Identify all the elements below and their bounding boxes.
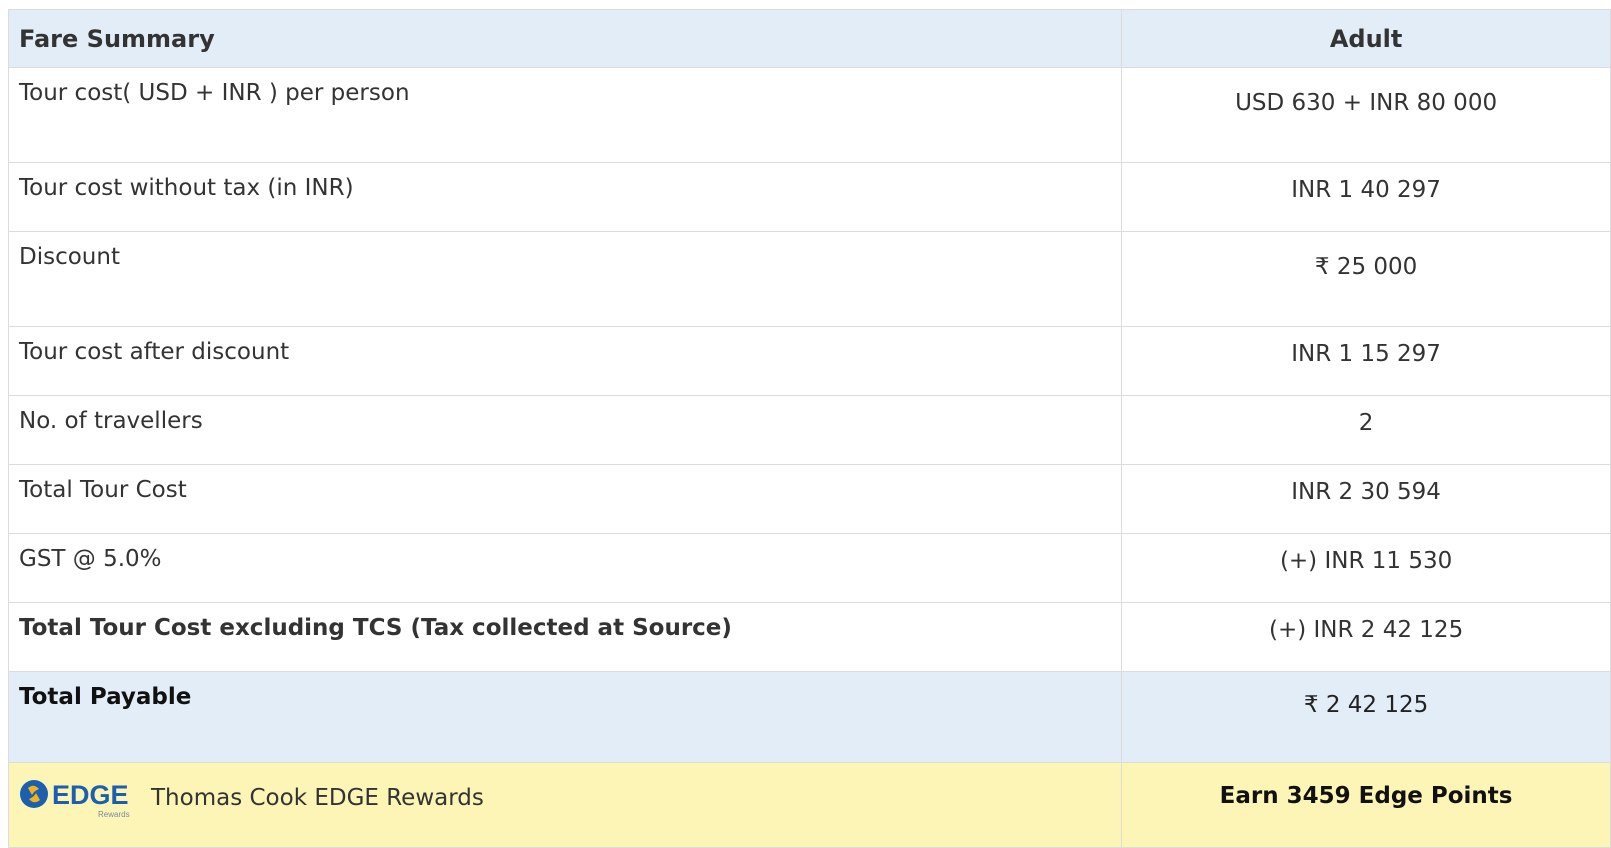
fare-summary-title: Fare Summary bbox=[7, 9, 1123, 68]
edge-rewards-cell: EDGE Rewards Thomas Cook EDGE Rewards bbox=[7, 762, 1123, 848]
table-row: No. of travellers 2 bbox=[7, 395, 1611, 465]
row-label-discount: Discount bbox=[7, 231, 1123, 327]
total-payable-label: Total Payable bbox=[7, 671, 1123, 763]
row-value-tour-cost-without-tax: INR 1 40 297 bbox=[1121, 162, 1611, 232]
row-value-tour-cost-after-discount: INR 1 15 297 bbox=[1121, 326, 1611, 396]
row-value-discount: ₹ 25 000 bbox=[1121, 231, 1611, 327]
row-label-tour-cost-per-person: Tour cost( USD + INR ) per person bbox=[7, 67, 1123, 163]
edge-rewards-row: EDGE Rewards Thomas Cook EDGE Rewards Ea… bbox=[7, 762, 1611, 848]
edge-rewards-logo: EDGE Rewards bbox=[19, 779, 137, 819]
row-value-total-excluding-tcs: (+) INR 2 42 125 bbox=[1121, 602, 1611, 672]
edge-logo-subtext: Rewards bbox=[98, 810, 130, 819]
table-row: Tour cost without tax (in INR) INR 1 40 … bbox=[7, 162, 1611, 232]
table-row: Tour cost after discount INR 1 15 297 bbox=[7, 326, 1611, 396]
fare-summary-header-row: Fare Summary Adult bbox=[7, 9, 1611, 68]
row-label-gst: GST @ 5.0% bbox=[7, 533, 1123, 603]
total-payable-value: ₹ 2 42 125 bbox=[1121, 671, 1611, 763]
table-row: GST @ 5.0% (+) INR 11 530 bbox=[7, 533, 1611, 603]
total-payable-row: Total Payable ₹ 2 42 125 bbox=[7, 671, 1611, 763]
table-row: Discount ₹ 25 000 bbox=[7, 231, 1611, 327]
table-row: Total Tour Cost INR 2 30 594 bbox=[7, 464, 1611, 534]
row-label-tour-cost-without-tax: Tour cost without tax (in INR) bbox=[7, 162, 1123, 232]
row-label-total-tour-cost: Total Tour Cost bbox=[7, 464, 1123, 534]
edge-points-value: Earn 3459 Edge Points bbox=[1121, 762, 1611, 848]
table-row: Tour cost( USD + INR ) per person USD 63… bbox=[7, 67, 1611, 163]
row-value-travellers: 2 bbox=[1121, 395, 1611, 465]
table-row: Total Tour Cost excluding TCS (Tax colle… bbox=[7, 602, 1611, 672]
row-value-total-tour-cost: INR 2 30 594 bbox=[1121, 464, 1611, 534]
edge-rewards-label: Thomas Cook EDGE Rewards bbox=[151, 785, 484, 811]
row-value-gst: (+) INR 11 530 bbox=[1121, 533, 1611, 603]
row-label-travellers: No. of travellers bbox=[7, 395, 1123, 465]
row-label-total-excluding-tcs: Total Tour Cost excluding TCS (Tax colle… bbox=[7, 602, 1123, 672]
fare-summary-table: Fare Summary Adult Tour cost( USD + INR … bbox=[7, 9, 1611, 848]
row-value-tour-cost-per-person: USD 630 + INR 80 000 bbox=[1121, 67, 1611, 163]
edge-logo-text: EDGE bbox=[52, 780, 129, 810]
edge-logo-icon: EDGE Rewards bbox=[20, 780, 130, 819]
row-label-tour-cost-after-discount: Tour cost after discount bbox=[7, 326, 1123, 396]
adult-column-header: Adult bbox=[1121, 9, 1611, 68]
